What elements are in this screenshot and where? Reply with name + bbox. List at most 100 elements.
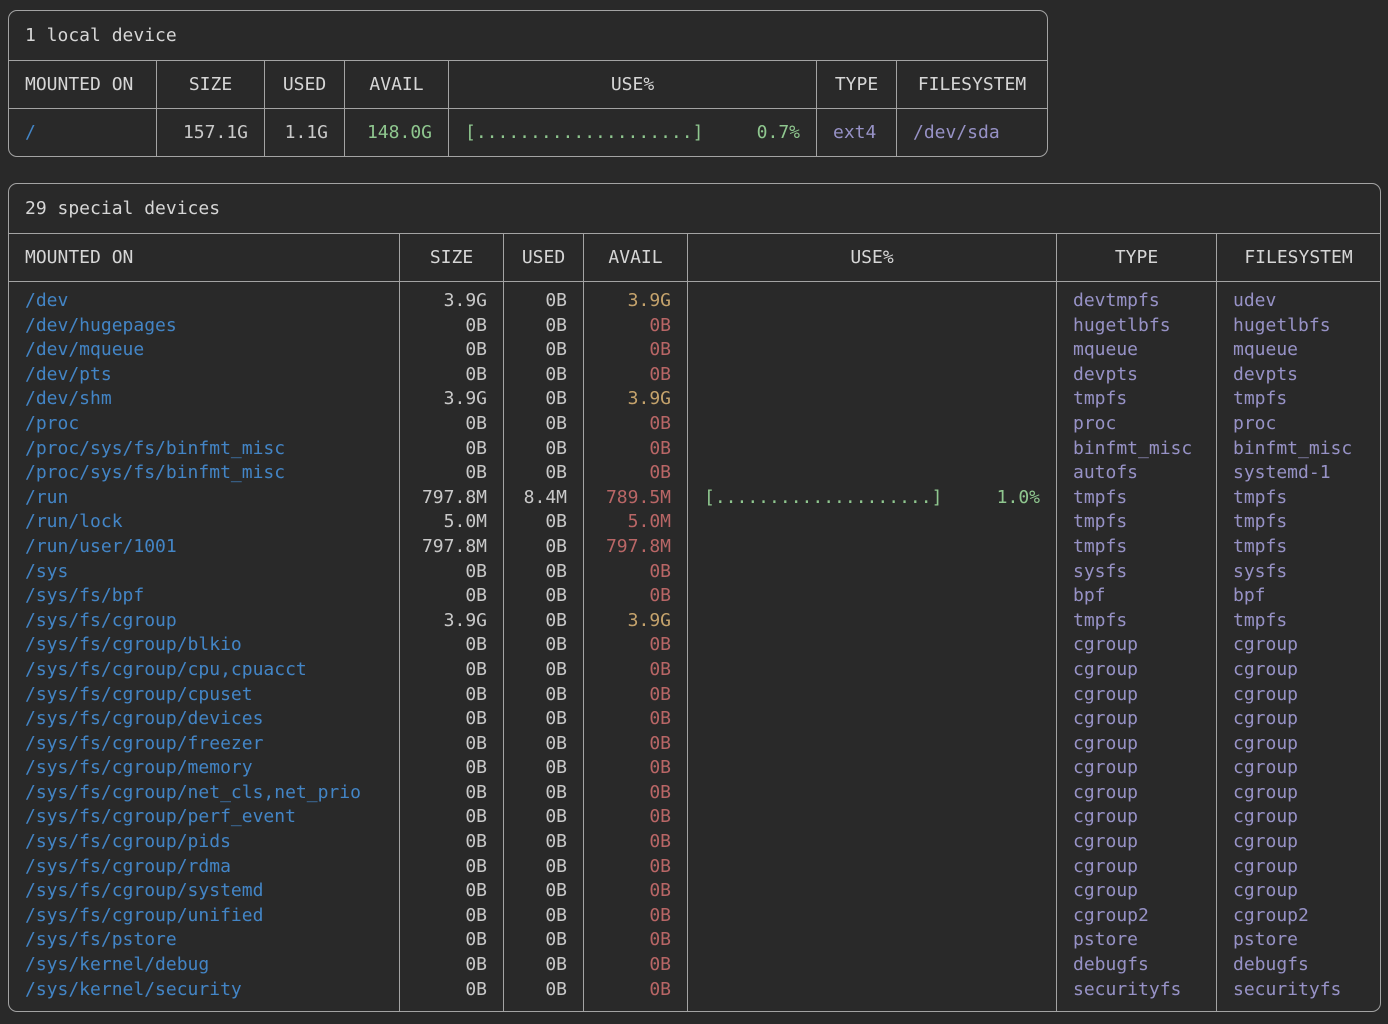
fs-type: cgroup xyxy=(1057,707,1217,732)
fs-type: tmpfs xyxy=(1057,535,1217,560)
fs-type: cgroup xyxy=(1057,879,1217,904)
column-header: TYPE xyxy=(1057,234,1217,282)
fs-type: autofs xyxy=(1057,461,1217,486)
mount-point: /dev/hugepages xyxy=(9,314,400,339)
filesystem: tmpfs xyxy=(1217,609,1380,634)
fs-type: cgroup xyxy=(1057,683,1217,708)
fs-type: cgroup xyxy=(1057,781,1217,806)
size-value: 0B xyxy=(400,338,504,363)
fs-type: sysfs xyxy=(1057,560,1217,585)
used-value: 0B xyxy=(504,732,584,757)
size-value: 3.9G xyxy=(400,387,504,412)
use-percent-cell xyxy=(688,363,1057,388)
mount-point: /sys/fs/cgroup/systemd xyxy=(9,879,400,904)
size-value: 0B xyxy=(400,879,504,904)
avail-value: 0B xyxy=(584,338,688,363)
mount-point: /dev/shm xyxy=(9,387,400,412)
use-percent-cell xyxy=(688,928,1057,953)
fs-type: tmpfs xyxy=(1057,609,1217,634)
mount-point: /sys/fs/cgroup/rdma xyxy=(9,855,400,880)
mount-point: /sys/fs/cgroup/freezer xyxy=(9,732,400,757)
fs-type: devtmpfs xyxy=(1057,282,1217,314)
used-value: 0B xyxy=(504,461,584,486)
use-percent-cell xyxy=(688,338,1057,363)
fs-type: tmpfs xyxy=(1057,486,1217,511)
used-value: 0B xyxy=(504,805,584,830)
mount-point: /sys/fs/pstore xyxy=(9,928,400,953)
avail-value: 0B xyxy=(584,953,688,978)
usage-bar: [....................] xyxy=(465,110,703,155)
avail-value: 0B xyxy=(584,412,688,437)
filesystem: cgroup xyxy=(1217,781,1380,806)
used-value: 0B xyxy=(504,510,584,535)
avail-value: 0B xyxy=(584,461,688,486)
mount-point: /dev/pts xyxy=(9,363,400,388)
mount-point: /sys/fs/cgroup/perf_event xyxy=(9,805,400,830)
used-value: 0B xyxy=(504,855,584,880)
mount-point: /sys/fs/cgroup/devices xyxy=(9,707,400,732)
column-header: MOUNTED ON xyxy=(9,234,400,282)
filesystem: systemd-1 xyxy=(1217,461,1380,486)
use-percent-cell xyxy=(688,978,1057,1012)
column-header: AVAIL xyxy=(345,61,449,109)
fs-type: securityfs xyxy=(1057,978,1217,1012)
mount-point: /dev/mqueue xyxy=(9,338,400,363)
mount-point: /proc/sys/fs/binfmt_misc xyxy=(9,437,400,462)
mount-point: /sys/kernel/debug xyxy=(9,953,400,978)
used-value: 0B xyxy=(504,904,584,929)
filesystem: udev xyxy=(1217,282,1380,314)
size-value: 0B xyxy=(400,314,504,339)
used-value: 0B xyxy=(504,633,584,658)
size-value: 0B xyxy=(400,781,504,806)
size-value: 3.9G xyxy=(400,282,504,314)
avail-value: 789.5M xyxy=(584,486,688,511)
use-percent-cell xyxy=(688,314,1057,339)
used-value: 0B xyxy=(504,978,584,1012)
avail-value: 3.9G xyxy=(584,387,688,412)
fs-type: mqueue xyxy=(1057,338,1217,363)
filesystem: /dev/sda xyxy=(897,109,1047,156)
size-value: 797.8M xyxy=(400,486,504,511)
avail-value: 3.9G xyxy=(584,282,688,314)
usage-bar: [....................] xyxy=(704,486,942,511)
use-percent-cell xyxy=(688,683,1057,708)
use-percent-cell xyxy=(688,282,1057,314)
use-percent-cell xyxy=(688,584,1057,609)
size-value: 0B xyxy=(400,732,504,757)
filesystem: cgroup xyxy=(1217,830,1380,855)
mount-point: /sys/fs/cgroup/unified xyxy=(9,904,400,929)
used-value: 0B xyxy=(504,830,584,855)
column-header: SIZE xyxy=(157,61,265,109)
avail-value: 0B xyxy=(584,437,688,462)
use-percent-cell xyxy=(688,633,1057,658)
filesystem: cgroup xyxy=(1217,707,1380,732)
used-value: 8.4M xyxy=(504,486,584,511)
size-value: 0B xyxy=(400,756,504,781)
filesystem: cgroup xyxy=(1217,879,1380,904)
fs-type: devpts xyxy=(1057,363,1217,388)
size-value: 0B xyxy=(400,363,504,388)
mount-point: /sys/fs/cgroup/cpu,cpuacct xyxy=(9,658,400,683)
used-value: 0B xyxy=(504,282,584,314)
size-value: 157.1G xyxy=(157,109,265,156)
use-percent-cell xyxy=(688,830,1057,855)
used-value: 0B xyxy=(504,879,584,904)
fs-type: ext4 xyxy=(817,109,897,156)
local-devices-table: 1 local device MOUNTED ONSIZEUSEDAVAILUS… xyxy=(8,10,1048,157)
avail-value: 0B xyxy=(584,855,688,880)
filesystem: hugetlbfs xyxy=(1217,314,1380,339)
filesystem: cgroup xyxy=(1217,658,1380,683)
avail-value: 0B xyxy=(584,560,688,585)
fs-type: tmpfs xyxy=(1057,510,1217,535)
special-devices-table: 29 special devices MOUNTED ONSIZEUSEDAVA… xyxy=(8,183,1381,1012)
usage-percent: 0.7% xyxy=(757,110,800,155)
use-percent-cell xyxy=(688,609,1057,634)
avail-value: 0B xyxy=(584,707,688,732)
use-percent-cell xyxy=(688,535,1057,560)
mount-point: /sys/fs/cgroup/cpuset xyxy=(9,683,400,708)
column-header: AVAIL xyxy=(584,234,688,282)
fs-type: cgroup xyxy=(1057,805,1217,830)
mount-point: /sys/fs/cgroup/net_cls,net_prio xyxy=(9,781,400,806)
fs-type: cgroup xyxy=(1057,855,1217,880)
size-value: 0B xyxy=(400,560,504,585)
